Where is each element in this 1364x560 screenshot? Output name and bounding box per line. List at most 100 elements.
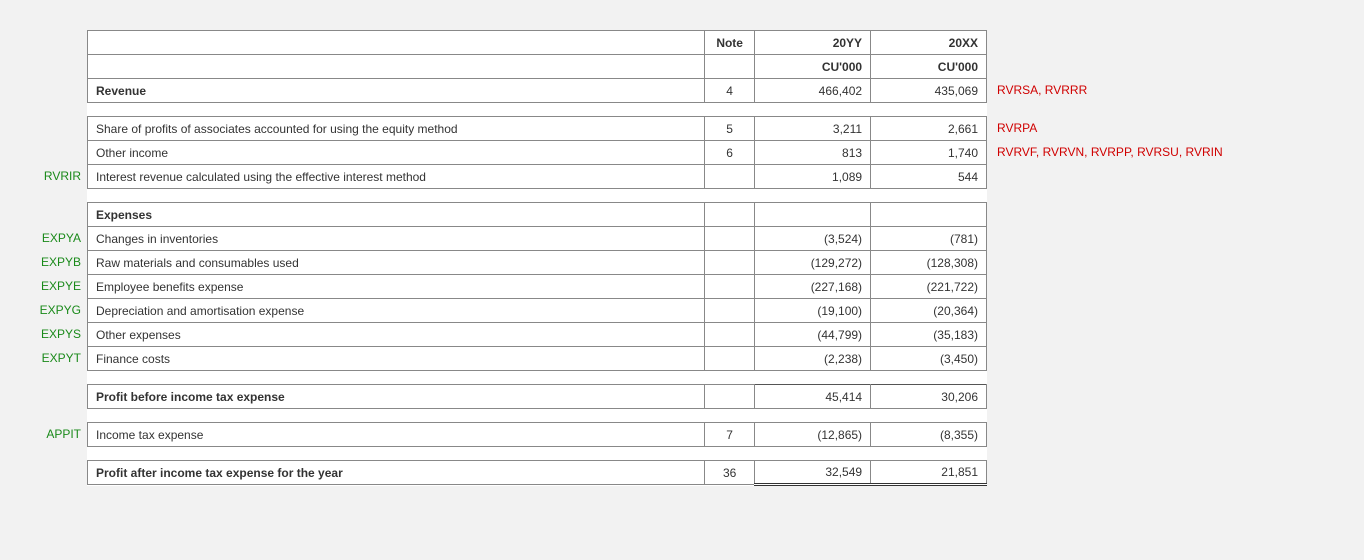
row-description: Profit before income tax expense bbox=[88, 385, 705, 409]
table-body: Revenue4466,402435,069 Share of profits o… bbox=[88, 79, 987, 485]
row-value-yy: (44,799) bbox=[755, 323, 871, 347]
row-note: 7 bbox=[705, 423, 755, 447]
table-row: Depreciation and amortisation expense (19… bbox=[88, 299, 987, 323]
right-code-tag: RVRPA bbox=[993, 116, 1353, 140]
financial-statement: RVRIREXPYAEXPYBEXPYEEXPYGEXPYSEXPYTAPPIT… bbox=[0, 30, 1364, 486]
row-value-xx bbox=[871, 203, 987, 227]
row-description: Interest revenue calculated using the ef… bbox=[88, 165, 705, 189]
right-code-tag bbox=[993, 460, 1353, 484]
row-note bbox=[705, 275, 755, 299]
row-note bbox=[705, 203, 755, 227]
row-value-yy: (19,100) bbox=[755, 299, 871, 323]
table-row: Revenue4466,402435,069 bbox=[88, 79, 987, 103]
left-code-tag: EXPYT bbox=[11, 346, 81, 370]
row-note: 36 bbox=[705, 461, 755, 485]
row-value-yy: 32,549 bbox=[755, 461, 871, 485]
table-row: Share of profits of associates accounted… bbox=[88, 117, 987, 141]
gap-row bbox=[88, 189, 987, 203]
right-code-tag bbox=[993, 274, 1353, 298]
row-value-xx: (20,364) bbox=[871, 299, 987, 323]
income-statement-table: Note 20YY 20XX CU'000 CU'000 Revenue4466… bbox=[87, 30, 987, 486]
left-code-tag bbox=[11, 202, 81, 226]
gap-row bbox=[88, 371, 987, 385]
left-code-tag bbox=[11, 78, 81, 102]
row-note bbox=[705, 385, 755, 409]
row-description: Revenue bbox=[88, 79, 705, 103]
header-blank bbox=[88, 31, 705, 55]
header-year-yy: 20YY bbox=[755, 31, 871, 55]
header-unit-xx: CU'000 bbox=[871, 55, 987, 79]
row-value-yy: (129,272) bbox=[755, 251, 871, 275]
row-note: 5 bbox=[705, 117, 755, 141]
gap-row bbox=[88, 447, 987, 461]
left-code-tag bbox=[11, 140, 81, 164]
row-description: Other income bbox=[88, 141, 705, 165]
row-value-yy: 466,402 bbox=[755, 79, 871, 103]
row-description: Share of profits of associates accounted… bbox=[88, 117, 705, 141]
right-code-tag bbox=[993, 422, 1353, 446]
row-note bbox=[705, 347, 755, 371]
table-column: Note 20YY 20XX CU'000 CU'000 Revenue4466… bbox=[87, 30, 987, 486]
table-row: Other expenses (44,799)(35,183) bbox=[88, 323, 987, 347]
table-row: Profit after income tax expense for the … bbox=[88, 461, 987, 485]
row-value-xx: (8,355) bbox=[871, 423, 987, 447]
row-value-xx: 21,851 bbox=[871, 461, 987, 485]
header-note: Note bbox=[705, 31, 755, 55]
header-row-1: Note 20YY 20XX bbox=[88, 31, 987, 55]
left-code-tag: EXPYB bbox=[11, 250, 81, 274]
row-value-xx: 435,069 bbox=[871, 79, 987, 103]
row-value-yy: (2,238) bbox=[755, 347, 871, 371]
row-description: Depreciation and amortisation expense bbox=[88, 299, 705, 323]
row-value-xx: (128,308) bbox=[871, 251, 987, 275]
row-note bbox=[705, 323, 755, 347]
left-code-tag bbox=[11, 384, 81, 408]
left-tags-column: RVRIREXPYAEXPYBEXPYEEXPYGEXPYSEXPYTAPPIT bbox=[11, 30, 81, 486]
row-description: Other expenses bbox=[88, 323, 705, 347]
left-code-tag: RVRIR bbox=[11, 164, 81, 188]
row-note bbox=[705, 251, 755, 275]
table-row: Expenses bbox=[88, 203, 987, 227]
table-row: Raw materials and consumables used(129,2… bbox=[88, 251, 987, 275]
row-value-yy: 45,414 bbox=[755, 385, 871, 409]
right-code-tag bbox=[993, 322, 1353, 346]
table-row: Interest revenue calculated using the ef… bbox=[88, 165, 987, 189]
table-row: Employee benefits expense(227,168)(221,7… bbox=[88, 275, 987, 299]
row-note bbox=[705, 227, 755, 251]
header-blank-2 bbox=[88, 55, 705, 79]
right-code-tag bbox=[993, 298, 1353, 322]
left-code-tag bbox=[11, 460, 81, 484]
row-value-xx: (3,450) bbox=[871, 347, 987, 371]
header-year-xx: 20XX bbox=[871, 31, 987, 55]
right-code-tag bbox=[993, 346, 1353, 370]
left-code-tag: APPIT bbox=[11, 422, 81, 446]
right-code-tag bbox=[993, 384, 1353, 408]
table-row: Other income68131,740 bbox=[88, 141, 987, 165]
row-note bbox=[705, 299, 755, 323]
row-value-yy bbox=[755, 203, 871, 227]
row-description: Finance costs bbox=[88, 347, 705, 371]
row-value-xx: 2,661 bbox=[871, 117, 987, 141]
left-code-tag: EXPYE bbox=[11, 274, 81, 298]
row-value-yy: (12,865) bbox=[755, 423, 871, 447]
right-tags-column: RVRSA, RVRRRRVRPARVRVF, RVRVN, RVRPP, RV… bbox=[993, 30, 1353, 486]
header-note-blank bbox=[705, 55, 755, 79]
table-row: Changes in inventories(3,524)(781) bbox=[88, 227, 987, 251]
left-code-tag: EXPYS bbox=[11, 322, 81, 346]
right-code-tag bbox=[993, 250, 1353, 274]
row-value-xx: 544 bbox=[871, 165, 987, 189]
row-note: 6 bbox=[705, 141, 755, 165]
row-note: 4 bbox=[705, 79, 755, 103]
row-value-xx: (35,183) bbox=[871, 323, 987, 347]
right-code-tag: RVRSA, RVRRR bbox=[993, 78, 1353, 102]
row-description: Changes in inventories bbox=[88, 227, 705, 251]
left-code-tag bbox=[11, 116, 81, 140]
row-value-yy: 813 bbox=[755, 141, 871, 165]
layout-grid: RVRIREXPYAEXPYBEXPYEEXPYGEXPYSEXPYTAPPIT… bbox=[11, 30, 1353, 486]
row-value-yy: 1,089 bbox=[755, 165, 871, 189]
gap-row bbox=[88, 103, 987, 117]
row-value-xx: 30,206 bbox=[871, 385, 987, 409]
right-code-tag bbox=[993, 202, 1353, 226]
header-unit-yy: CU'000 bbox=[755, 55, 871, 79]
row-value-yy: 3,211 bbox=[755, 117, 871, 141]
table-row: Finance costs (2,238)(3,450) bbox=[88, 347, 987, 371]
